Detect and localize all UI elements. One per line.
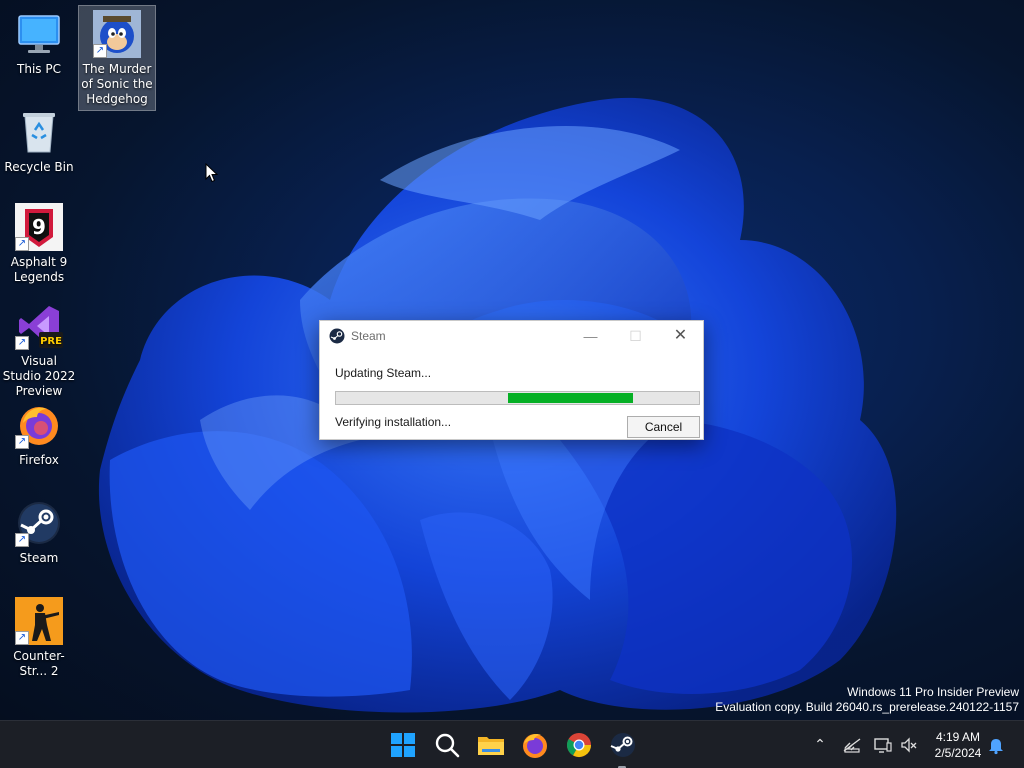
start-icon	[391, 733, 415, 757]
desktop-icon-label: Counter-Str... 2	[13, 649, 65, 678]
system-clock[interactable]: 4:19 AM 2/5/2024	[928, 729, 988, 761]
taskbar: ⌃ 4:19 AM 2/5/2024	[0, 720, 1024, 768]
file-explorer-button[interactable]	[475, 729, 507, 761]
desktop-icon-label: Steam	[19, 551, 59, 565]
clock-time: 4:19 AM	[935, 730, 981, 744]
windows-watermark: Windows 11 Pro Insider Preview Evaluatio…	[715, 685, 1019, 715]
watermark-build: Evaluation copy. Build 26040.rs_prerelea…	[715, 700, 1019, 714]
recycle-bin-icon	[15, 108, 63, 156]
desktop-icon-label: Visual Studio 2022 Preview	[2, 354, 76, 398]
desktop-icon-visual-studio[interactable]: PRE ↗ Visual Studio 2022 Preview	[0, 298, 78, 402]
shortcut-arrow-icon: ↗	[15, 336, 29, 350]
svg-text:PRE: PRE	[40, 336, 62, 347]
volume-muted-icon[interactable]	[899, 735, 919, 755]
shortcut-arrow-icon: ↗	[93, 44, 107, 58]
shortcut-arrow-icon: ↗	[15, 237, 29, 251]
dialog-title: Steam	[351, 329, 386, 343]
desktop-icon-label: Firefox	[19, 453, 59, 467]
maximize-button: ☐	[629, 328, 642, 344]
firefox-icon: ↗	[15, 401, 63, 449]
steam-update-dialog: Steam — ☐ ✕ Updating Steam... Verifying …	[319, 320, 704, 440]
desktop-icon-asphalt-9[interactable]: 9 ↗ Asphalt 9 Legends	[0, 199, 78, 288]
shortcut-arrow-icon: ↗	[15, 435, 29, 449]
watermark-edition: Windows 11 Pro Insider Preview	[847, 685, 1019, 699]
update-progress-bar	[335, 391, 700, 405]
steam-taskbar-button[interactable]	[607, 729, 639, 768]
firefox-icon	[523, 734, 547, 758]
desktop-icon-label: The Murder of Sonic the Hedgehog	[81, 62, 153, 106]
chrome-taskbar-button[interactable]	[563, 729, 595, 761]
network-disconnected-icon[interactable]	[842, 735, 862, 755]
desktop-icon-label: This PC	[17, 62, 61, 76]
search-icon	[435, 733, 460, 758]
steam-icon: ↗	[15, 499, 63, 547]
file-explorer-icon	[478, 737, 504, 755]
update-status-text: Updating Steam...	[335, 366, 432, 380]
desktop-icon-label: Asphalt 9 Legends	[10, 255, 68, 284]
firefox-taskbar-button[interactable]	[519, 729, 551, 761]
visual-studio-icon: PRE ↗	[15, 302, 63, 350]
display-icon[interactable]	[873, 735, 893, 755]
verify-status-text: Verifying installation...	[335, 415, 452, 429]
progress-fill	[508, 393, 633, 403]
dialog-titlebar[interactable]: Steam — ☐ ✕	[320, 321, 703, 351]
desktop-icon-steam[interactable]: ↗ Steam	[0, 495, 78, 569]
monitor-icon	[15, 10, 63, 58]
desktop-icon-counter-strike[interactable]: ↗ Counter-Str... 2	[0, 593, 78, 682]
minimize-button[interactable]: —	[568, 321, 613, 351]
desktop-icon-recycle-bin[interactable]: Recycle Bin	[0, 104, 78, 178]
shortcut-arrow-icon: ↗	[15, 631, 29, 645]
desktop-icon-firefox[interactable]: ↗ Firefox	[0, 397, 78, 471]
desktop-icon-the-murder-of-sonic[interactable]: ↗ The Murder of Sonic the Hedgehog	[78, 5, 156, 111]
counter-strike-icon: ↗	[15, 597, 63, 645]
cancel-button[interactable]: Cancel	[627, 416, 700, 438]
search-button[interactable]	[431, 729, 463, 761]
sonic-game-icon: ↗	[93, 10, 141, 58]
steam-icon	[610, 733, 635, 757]
svg-text:9: 9	[32, 215, 46, 239]
show-hidden-icons-chevron-icon[interactable]: ⌃	[810, 735, 830, 755]
steam-logo-icon	[329, 328, 345, 344]
mouse-cursor-icon	[205, 163, 219, 183]
notification-bell-icon[interactable]	[986, 735, 1006, 755]
start-button[interactable]	[387, 729, 419, 761]
clock-date: 2/5/2024	[934, 746, 982, 760]
close-button[interactable]: ✕	[658, 321, 703, 351]
desktop-icon-this-pc[interactable]: This PC	[0, 6, 78, 80]
desktop-icon-label: Recycle Bin	[4, 160, 74, 174]
chrome-icon	[566, 733, 591, 758]
asphalt-game-icon: 9 ↗	[15, 203, 63, 251]
shortcut-arrow-icon: ↗	[15, 533, 29, 547]
